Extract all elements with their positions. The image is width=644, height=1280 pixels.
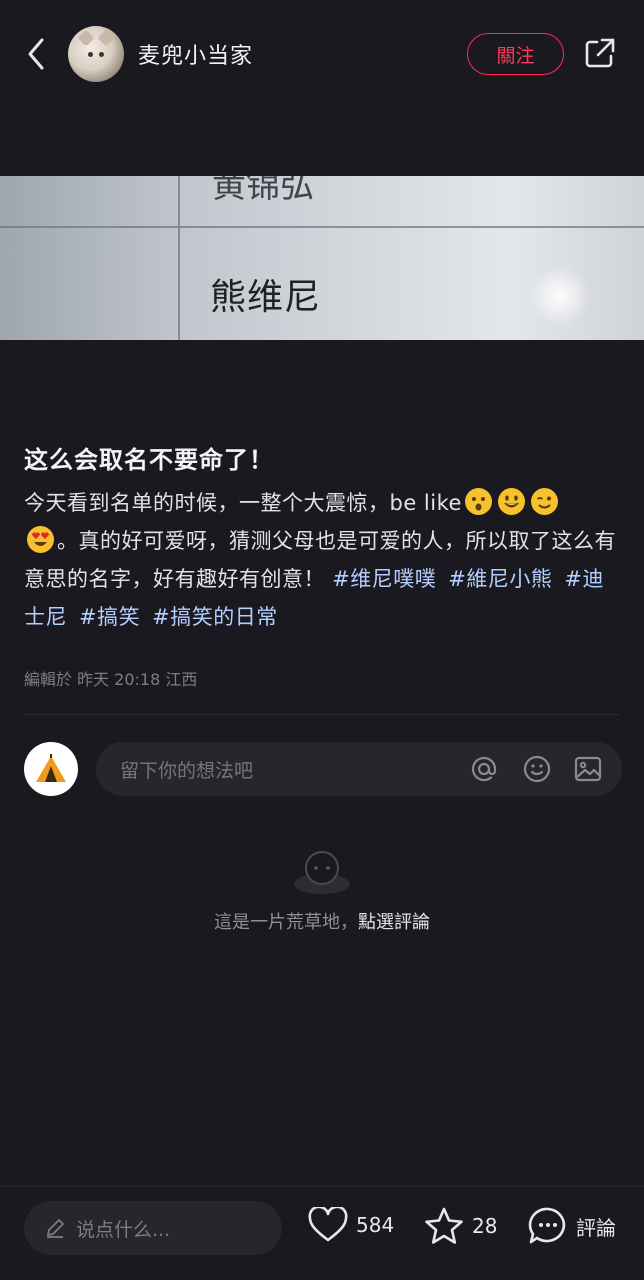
photo-top-text: 黄锦弘 (212, 176, 314, 206)
back-icon[interactable] (22, 36, 52, 72)
my-avatar[interactable] (24, 742, 78, 796)
comment-bubble-icon (528, 1207, 566, 1244)
pencil-icon (47, 1219, 64, 1238)
heart-eyes-emoji-icon (27, 526, 54, 553)
comment-button[interactable]: 評論 (528, 1207, 616, 1245)
emoji-icon[interactable] (523, 755, 551, 783)
author-avatar[interactable] (68, 26, 124, 82)
favorite-button[interactable]: 28 (424, 1207, 497, 1245)
comment-input[interactable]: 留下你的想法吧 (96, 742, 622, 796)
post-body: 今天看到名单的时候，一整个大震惊，be like 。真的好可爱呀，猜测父母也是可… (24, 484, 624, 636)
comment-placeholder: 留下你的想法吧 (120, 759, 254, 782)
hashtag-link[interactable]: #搞笑的日常 (152, 605, 278, 629)
table-line (178, 176, 180, 340)
star-icon (425, 1207, 463, 1244)
follow-button[interactable]: 關注 (467, 33, 564, 75)
photo-name-text: 熊维尼 (210, 277, 322, 318)
empty-comments-message: 這是一片荒草地， (214, 912, 358, 933)
post-image[interactable]: 黄锦弘 熊维尼 (0, 176, 644, 340)
table-line (0, 226, 644, 228)
share-icon[interactable] (583, 36, 617, 70)
tent-icon (36, 754, 66, 782)
post-title: 这么会取名不要命了！ (24, 446, 274, 474)
like-count: 584 (356, 1213, 395, 1237)
light-glare (520, 266, 600, 326)
bottom-bar: 说点什么... 584 28 評論 (0, 1186, 644, 1280)
at-icon[interactable] (470, 755, 498, 783)
hashtag-link[interactable]: #搞笑 (79, 605, 140, 629)
grinning-emoji-icon (497, 488, 525, 515)
post-body-text: 今天看到名单的时候，一整个大震惊，be like (24, 491, 462, 515)
favorite-count: 28 (472, 1214, 498, 1238)
top-bar: 麦兜小当家 關注 (0, 0, 644, 108)
hashtag-link[interactable]: #維尼小熊 (448, 567, 552, 591)
empty-comments-text: 這是一片荒草地，點選評論 (0, 908, 644, 934)
post-meta: 編輯於 昨天 20:18 江西 (24, 670, 198, 689)
empty-comments-icon (294, 851, 350, 894)
add-comment-link[interactable]: 點選評論 (358, 912, 430, 933)
author-name[interactable]: 麦兜小当家 (138, 38, 253, 70)
like-button[interactable]: 584 (308, 1207, 394, 1243)
hashtag-link[interactable]: #维尼噗噗 (332, 567, 436, 591)
image-icon[interactable] (574, 755, 602, 783)
astonished-emoji-icon (464, 488, 492, 515)
heart-icon (308, 1207, 348, 1242)
divider (24, 714, 620, 715)
quick-comment-input[interactable]: 说点什么... (24, 1201, 282, 1255)
quick-comment-placeholder: 说点什么... (76, 1218, 171, 1241)
comment-label: 評論 (576, 1215, 616, 1240)
wink-emoji-icon (530, 488, 558, 515)
